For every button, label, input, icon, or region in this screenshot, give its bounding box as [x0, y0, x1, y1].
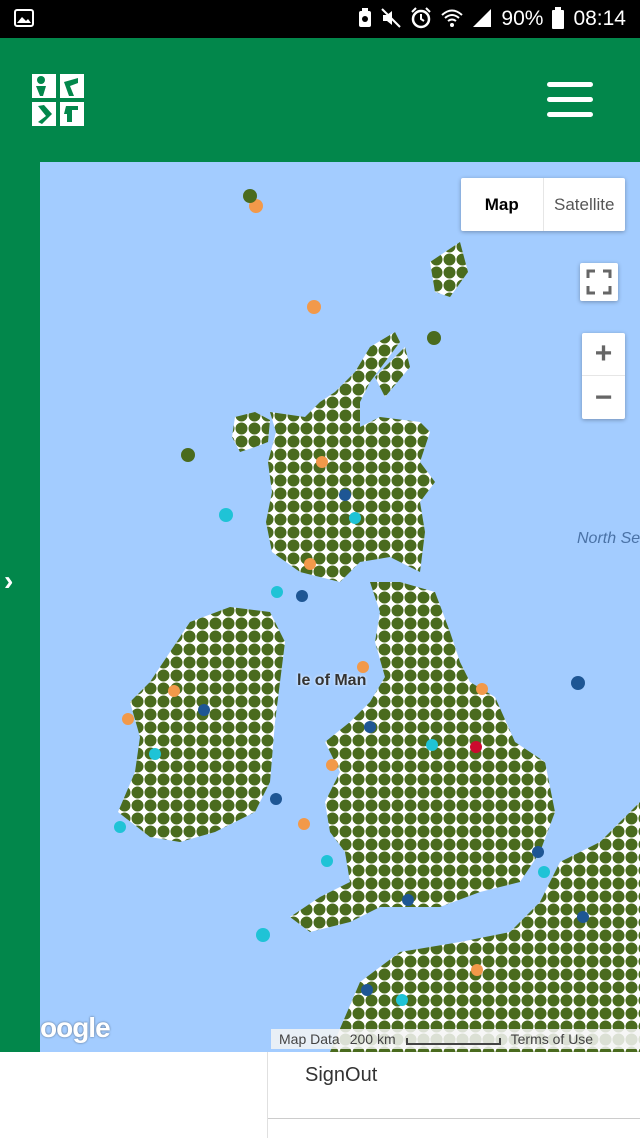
- map-canvas: [114, 189, 640, 1052]
- fullscreen-icon[interactable]: [580, 263, 618, 301]
- side-panel-strip: ›: [0, 162, 40, 1052]
- region-hebrides: [232, 412, 270, 452]
- divider: [267, 1052, 268, 1138]
- map-type-satellite-button[interactable]: Satellite: [544, 178, 626, 231]
- signal-icon: [472, 8, 492, 31]
- signout-link[interactable]: SignOut: [305, 1064, 377, 1087]
- app-header: [0, 38, 640, 162]
- gallery-icon: [14, 8, 34, 30]
- map-type-control: Map Satellite: [461, 178, 625, 231]
- region-shetland: [430, 242, 468, 297]
- sea-label: North Se: [577, 530, 640, 547]
- region-ireland: [118, 607, 285, 842]
- map-type-map-button[interactable]: Map: [461, 178, 544, 231]
- scale-label: 200 km: [349, 1031, 396, 1047]
- mute-icon: [381, 7, 402, 31]
- clock: 08:14: [573, 7, 626, 30]
- map-attribution: Map Data 200 km Terms of Use: [271, 1029, 640, 1049]
- chevron-right-icon[interactable]: ›: [4, 566, 28, 596]
- wifi-icon: [441, 8, 464, 31]
- scale-bar: [405, 1037, 501, 1045]
- bottom-panel: SignOut: [0, 1052, 640, 1138]
- region-england-wales: [290, 582, 555, 932]
- zoom-out-button[interactable]: −: [582, 376, 625, 419]
- status-bar: 90% 08:14: [0, 0, 640, 38]
- battery-icon: [552, 6, 565, 32]
- region-scotland: [266, 332, 435, 582]
- google-logo: oogle: [40, 1012, 111, 1043]
- map-data-link[interactable]: Map Data: [279, 1031, 340, 1047]
- geocaching-logo[interactable]: [32, 74, 84, 126]
- place-label: le of Man: [297, 672, 367, 689]
- battery-percent: 90%: [501, 7, 544, 30]
- zoom-in-button[interactable]: +: [582, 333, 625, 376]
- zoom-control: + −: [582, 333, 625, 419]
- divider: [268, 1118, 640, 1119]
- battery-saver-icon: [358, 7, 372, 31]
- map[interactable]: Map Satellite + − North Se le of Man oog…: [40, 162, 640, 1052]
- alarm-icon: [410, 6, 432, 32]
- hamburger-menu-icon[interactable]: [547, 82, 595, 118]
- terms-link[interactable]: Terms of Use: [511, 1031, 593, 1047]
